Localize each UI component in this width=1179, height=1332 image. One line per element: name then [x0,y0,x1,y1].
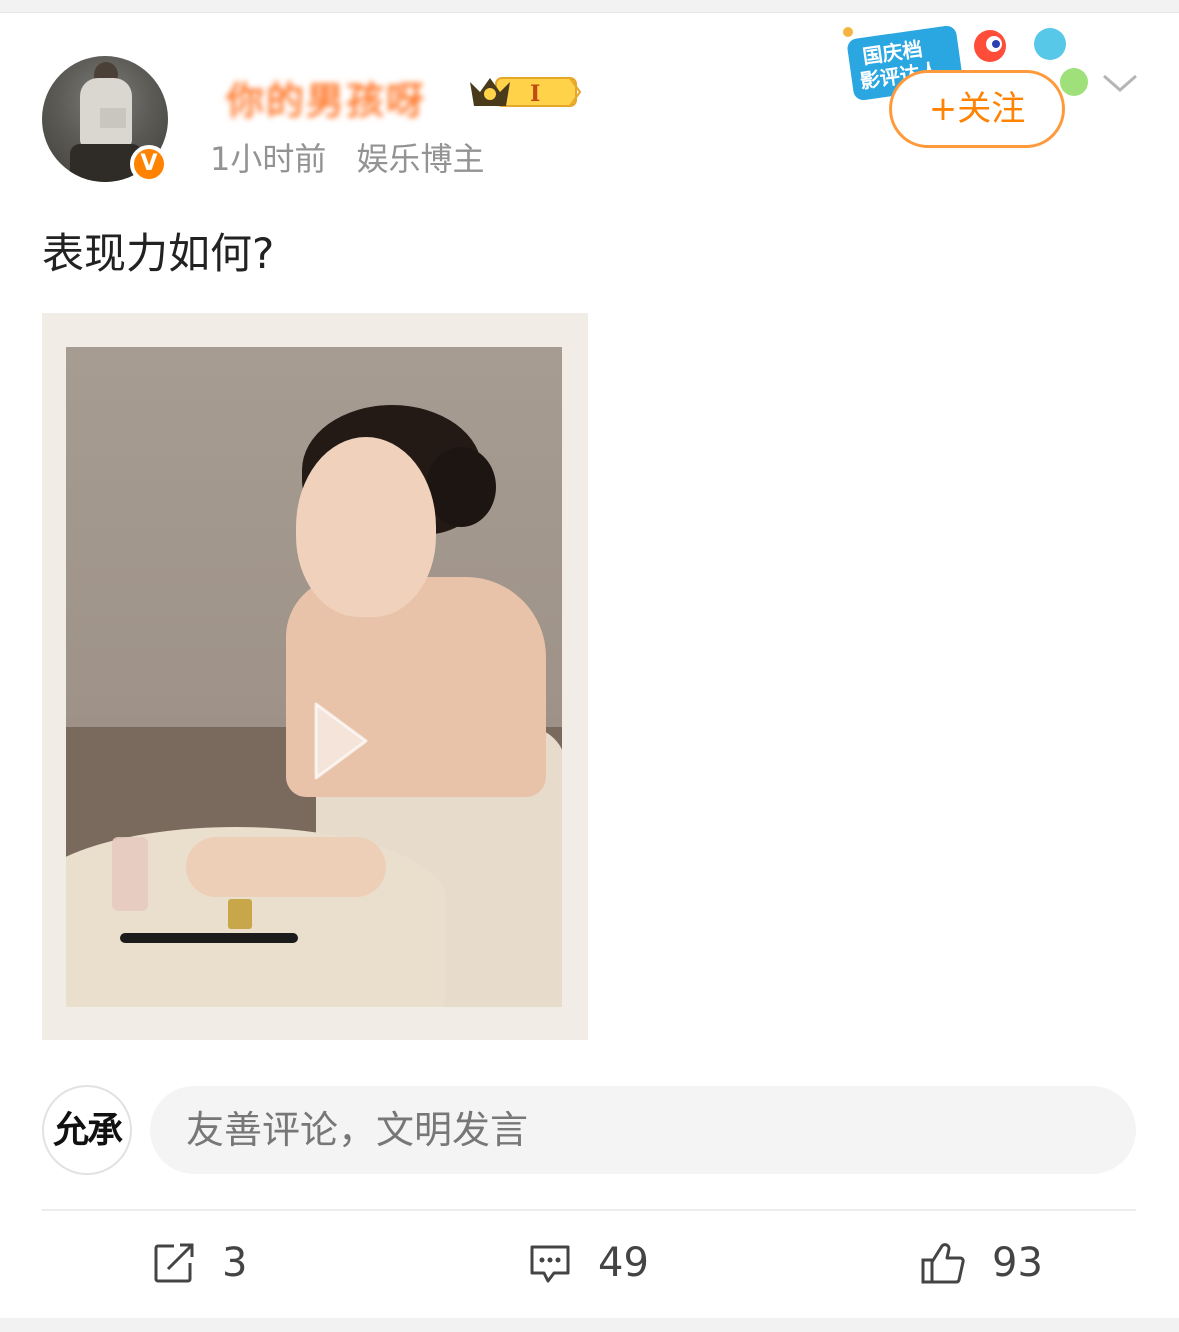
comment-count: 49 [598,1240,649,1286]
like-button[interactable]: 93 [920,1235,1043,1291]
post-time: 1小时前 [210,140,327,178]
svg-text:I: I [530,81,540,107]
current-user-avatar[interactable]: 允承 [42,1085,132,1175]
video-thumbnail [66,347,562,1007]
follow-button[interactable]: +关注 [889,70,1065,148]
repost-button[interactable]: 3 [152,1235,247,1291]
share-icon [154,1243,194,1283]
like-count: 93 [992,1240,1043,1286]
thumbs-up-icon [921,1243,965,1284]
author-role: 娱乐博主 [356,140,485,178]
play-icon[interactable] [310,698,372,784]
chevron-down-icon[interactable] [1100,68,1140,98]
divider [42,1209,1136,1211]
top-separator [0,0,1179,13]
comment-button[interactable]: 49 [528,1235,649,1291]
comment-icon [530,1245,570,1283]
verified-badge: V [130,145,168,183]
rank-badge-icon: I [470,77,582,107]
bottom-separator [0,1318,1179,1332]
repost-count: 3 [222,1240,248,1286]
post-meta: 1小时前 娱乐博主 [210,134,505,180]
post-text: 表现力如何? [42,229,275,278]
author-name[interactable]: 你的男孩呀 [226,70,426,125]
comment-input[interactable]: 友善评论，文明发言 [150,1086,1136,1174]
post-video[interactable] [42,313,588,1040]
